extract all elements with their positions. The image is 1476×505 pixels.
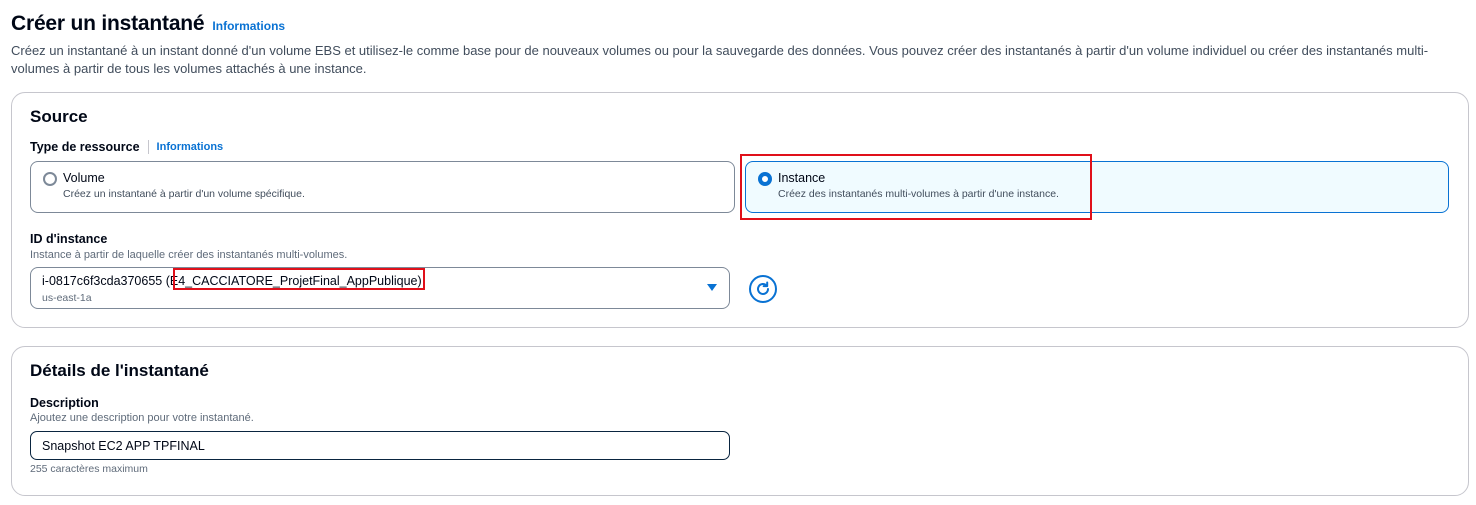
instance-option-description: Créez des instantanés multi-volumes à pa… bbox=[778, 188, 1059, 200]
instance-id-value: i-0817c6f3cda370655 bbox=[42, 274, 163, 288]
description-hint: Ajoutez une description pour votre insta… bbox=[30, 412, 254, 424]
instance-availability-zone: us-east-1a bbox=[42, 292, 92, 304]
volume-option-description: Créez un instantané à partir d'un volume… bbox=[63, 188, 305, 200]
instance-radio[interactable] bbox=[758, 172, 772, 186]
description-input[interactable] bbox=[30, 431, 730, 460]
page-info-link[interactable]: Informations bbox=[212, 19, 285, 33]
label-divider bbox=[147, 140, 149, 154]
resource-type-info-link[interactable]: Informations bbox=[157, 141, 224, 153]
description-label: Description bbox=[30, 396, 99, 410]
volume-option-title: Volume bbox=[63, 171, 105, 185]
description-constraint: 255 caractères maximum bbox=[30, 463, 148, 475]
page-header: Créer un instantané Informations Créez u… bbox=[11, 12, 1466, 78]
instance-id-label-row: ID d'instance bbox=[30, 232, 107, 246]
instance-id-hint: Instance à partir de laquelle créer des … bbox=[30, 249, 348, 261]
instance-id-select[interactable]: i-0817c6f3cda370655 (E4_CACCIATORE_Proje… bbox=[30, 267, 730, 309]
snapshot-details-container: Détails de l'instantané Description Ajou… bbox=[11, 346, 1469, 496]
page-title: Créer un instantané bbox=[11, 12, 205, 35]
caret-down-icon bbox=[707, 284, 717, 291]
instance-id-value-row: i-0817c6f3cda370655 (E4_CACCIATORE_Proje… bbox=[42, 274, 422, 288]
resource-type-option-instance[interactable]: Instance Créez des instantanés multi-vol… bbox=[745, 161, 1449, 213]
resource-type-option-volume[interactable]: Volume Créez un instantané à partir d'un… bbox=[30, 161, 735, 213]
details-title: Détails de l'instantané bbox=[30, 361, 209, 380]
instance-id-label: ID d'instance bbox=[30, 232, 108, 246]
source-title: Source bbox=[30, 107, 88, 126]
instance-option-title: Instance bbox=[778, 171, 826, 185]
refresh-icon bbox=[755, 281, 771, 297]
page-description: Créez un instantané à un instant donné d… bbox=[11, 43, 1429, 76]
resource-type-label: Type de ressource bbox=[30, 140, 140, 154]
source-container: Source Type de ressource Informations Vo… bbox=[11, 92, 1469, 328]
description-label-row: Description bbox=[30, 396, 99, 410]
volume-radio[interactable] bbox=[43, 172, 57, 186]
resource-type-label-row: Type de ressource Informations bbox=[30, 140, 223, 154]
instance-name: (E4_CACCIATORE_ProjetFinal_AppPublique) bbox=[165, 274, 422, 288]
page-title-row: Créer un instantané Informations bbox=[11, 12, 1466, 36]
refresh-button[interactable] bbox=[749, 275, 777, 303]
